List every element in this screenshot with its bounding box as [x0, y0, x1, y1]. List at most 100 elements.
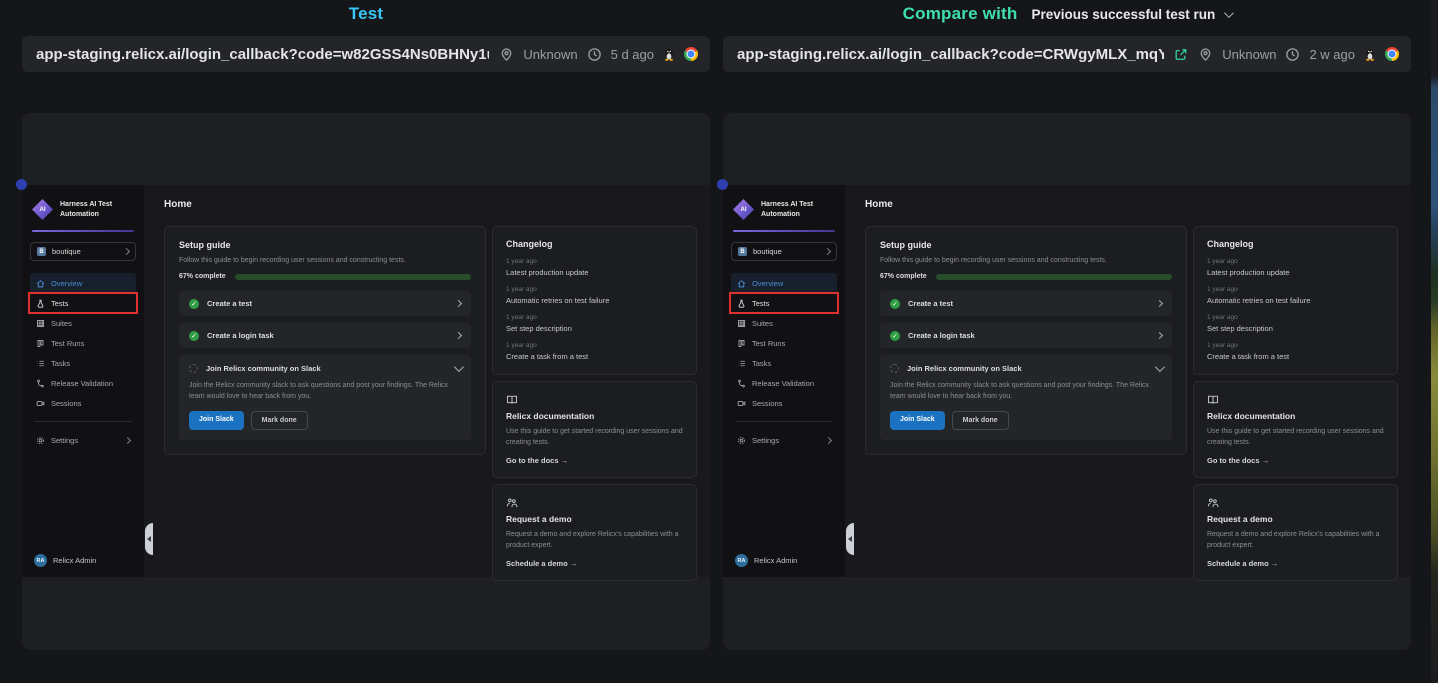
changelog-entry[interactable]: 1 year ago Latest production update	[506, 258, 683, 277]
sidebar-collapse-handle[interactable]	[846, 523, 854, 555]
sidebar-item-suites[interactable]: Suites	[731, 313, 837, 333]
sidebar-item-tasks[interactable]: Tasks	[30, 353, 136, 373]
check-icon: ✓	[890, 331, 900, 341]
changelog-label: Create a task from a test	[506, 352, 683, 361]
sidebar-item-overview[interactable]: Overview	[731, 273, 837, 293]
sidebar-item-overview[interactable]: Overview	[30, 273, 136, 293]
setup-progress: 67% complete	[179, 273, 471, 280]
sidebar-item-test-runs[interactable]: Test Runs	[30, 333, 136, 353]
changelog-entry[interactable]: 1 year ago Set step description	[1207, 314, 1384, 333]
setup-step-create-login-task[interactable]: ✓ Create a login task	[880, 323, 1172, 348]
demo-title: Request a demo	[506, 514, 683, 524]
changelog-entry[interactable]: 1 year ago Create a task from a test	[1207, 342, 1384, 361]
setup-step-create-test[interactable]: ✓ Create a test	[880, 291, 1172, 316]
chrome-icon	[1385, 47, 1399, 61]
brand-name: Harness AI Test Automation	[60, 200, 112, 219]
sidebar-item-test-runs[interactable]: Test Runs	[731, 333, 837, 353]
join-slack-header[interactable]: Join Relicx community on Slack	[189, 364, 461, 373]
schedule-demo-link[interactable]: Schedule a demo →	[506, 559, 683, 568]
step-label: Create a test	[207, 299, 448, 308]
join-slack-button[interactable]: Join Slack	[189, 411, 244, 430]
list-icon	[36, 359, 45, 368]
setup-guide-card: Setup guide Follow this guide to begin r…	[865, 226, 1187, 455]
go-to-docs-link[interactable]: Go to the docs →	[506, 456, 683, 465]
check-icon: ✓	[890, 299, 900, 309]
sidebar-item-settings[interactable]: Settings	[30, 430, 136, 450]
changelog-time: 1 year ago	[506, 258, 683, 265]
project-selector[interactable]: B boutique	[731, 242, 837, 261]
demo-card: Request a demo Request a demo and explor…	[1193, 484, 1398, 581]
page-title: Home	[164, 199, 697, 210]
flask-icon	[36, 299, 45, 308]
book-icon	[506, 393, 518, 405]
next-screenshot-peek[interactable]	[1431, 0, 1438, 683]
changelog-card: Changelog 1 year ago Latest production u…	[492, 226, 697, 375]
sidebar-item-sessions[interactable]: Sessions	[30, 393, 136, 413]
sidebar-item-release-validation[interactable]: Release Validation	[30, 373, 136, 393]
columns-icon	[36, 339, 45, 348]
schedule-demo-link[interactable]: Schedule a demo →	[1207, 559, 1384, 568]
setup-guide-card: Setup guide Follow this guide to begin r…	[164, 226, 486, 455]
project-badge: B	[37, 247, 46, 256]
setup-guide-title: Setup guide	[880, 240, 1172, 250]
chevron-right-icon	[124, 436, 131, 443]
location-label: Unknown	[1222, 47, 1276, 62]
harness-logo-icon: AI	[733, 199, 754, 220]
sidebar-item-sessions[interactable]: Sessions	[731, 393, 837, 413]
branch-icon	[737, 379, 746, 388]
go-to-docs-link[interactable]: Go to the docs →	[1207, 456, 1384, 465]
sidebar-collapse-handle[interactable]	[145, 523, 153, 555]
app-screenshot: AI Harness AI Test Automation B boutique…	[723, 185, 1411, 577]
sidebar-item-label: Sessions	[752, 399, 782, 408]
changelog-entry[interactable]: 1 year ago Set step description	[506, 314, 683, 333]
check-icon: ✓	[189, 299, 199, 309]
changelog-card: Changelog 1 year ago Latest production u…	[1193, 226, 1398, 375]
compare-run-value: Previous successful test run	[1031, 7, 1215, 22]
sidebar-item-label: Overview	[752, 279, 783, 288]
test-screenshot-frame: AI Harness AI Test Automation B boutique…	[22, 113, 710, 650]
sidebar-item-tests[interactable]: Tests	[30, 293, 136, 313]
changelog-label: Automatic retries on test failure	[506, 296, 683, 305]
changelog-entry[interactable]: 1 year ago Create a task from a test	[506, 342, 683, 361]
brand: AI Harness AI Test Automation	[30, 197, 136, 220]
demo-description: Request a demo and explore Relicx's capa…	[506, 530, 683, 551]
sidebar-item-suites[interactable]: Suites	[30, 313, 136, 333]
sidebar-item-release-validation[interactable]: Release Validation	[731, 373, 837, 393]
join-slack-button[interactable]: Join Slack	[890, 411, 945, 430]
sidebar-item-tests[interactable]: Tests	[731, 293, 837, 313]
step-label: Create a login task	[207, 331, 448, 340]
setup-step-create-login-task[interactable]: ✓ Create a login task	[179, 323, 471, 348]
user-menu[interactable]: RA Relicx Admin	[731, 554, 837, 567]
changelog-entry[interactable]: 1 year ago Automatic retries on test fai…	[1207, 286, 1384, 305]
age-label: 2 w ago	[1309, 47, 1355, 62]
mark-done-button[interactable]: Mark done	[952, 411, 1009, 430]
avatar: RA	[735, 554, 748, 567]
step-label: Join Relicx community on Slack	[206, 364, 446, 373]
external-link-icon[interactable]	[1174, 47, 1188, 62]
changelog-label: Automatic retries on test failure	[1207, 296, 1384, 305]
sidebar-nav: Overview Tests Suites Test Runs Tasks	[731, 273, 837, 450]
sidebar-item-tasks[interactable]: Tasks	[731, 353, 837, 373]
changelog-title: Changelog	[1207, 239, 1384, 249]
chevron-right-icon	[455, 300, 462, 307]
join-slack-header[interactable]: Join Relicx community on Slack	[890, 364, 1162, 373]
user-menu[interactable]: RA Relicx Admin	[30, 554, 136, 567]
test-url: app-staging.relicx.ai/login_callback?cod…	[36, 46, 489, 63]
changelog-entry[interactable]: 1 year ago Latest production update	[1207, 258, 1384, 277]
step-label: Create a test	[908, 299, 1149, 308]
project-selector[interactable]: B boutique	[30, 242, 136, 261]
sidebar-item-label: Test Runs	[51, 339, 84, 348]
changelog-entry[interactable]: 1 year ago Automatic retries on test fai…	[506, 286, 683, 305]
compare-run-dropdown[interactable]: Previous successful test run	[1031, 7, 1231, 22]
sidebar-item-label: Suites	[752, 319, 773, 328]
mark-done-button[interactable]: Mark done	[251, 411, 308, 430]
unchecked-icon	[890, 364, 899, 373]
documentation-title: Relicx documentation	[1207, 411, 1384, 421]
location-label: Unknown	[523, 47, 577, 62]
linux-tux-icon	[663, 47, 675, 61]
sidebar-item-settings[interactable]: Settings	[731, 430, 837, 450]
setup-step-create-test[interactable]: ✓ Create a test	[179, 291, 471, 316]
sidebar-item-label: Release Validation	[51, 379, 113, 388]
clock-icon	[587, 47, 602, 62]
changelog-label: Set step description	[506, 324, 683, 333]
